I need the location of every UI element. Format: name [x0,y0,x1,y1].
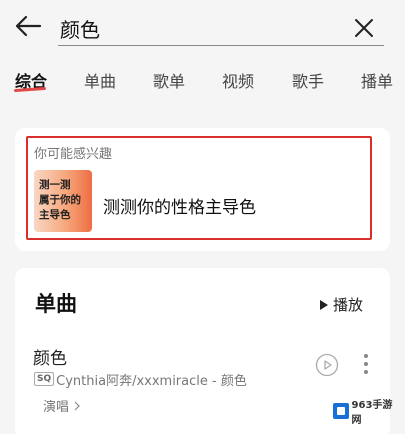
search-query-text: 颜色 [60,18,100,42]
play-all-button[interactable]: 播放 [319,294,363,315]
tab-podcasts[interactable]: 播单 [361,68,393,92]
tab-singers[interactable]: 歌手 [292,68,324,92]
quiz-title[interactable]: 测测你的性格主导色 [103,193,256,218]
song-meta: SQ Cynthia阿奔/xxxmiracle - 颜色 [34,370,247,389]
more-vertical-icon [364,354,368,374]
tab-videos[interactable]: 视频 [222,68,254,92]
chevron-right-icon [74,401,80,410]
songs-section-title: 单曲 [35,292,77,316]
sq-quality-badge: SQ [34,372,55,386]
performance-link[interactable]: 演唱 [43,396,80,415]
mv-play-icon [315,353,339,377]
search-input[interactable]: 颜色 [58,8,384,46]
play-icon [320,299,328,310]
quiz-thumbnail[interactable]: 测一测 属于你的 主导色 [34,170,92,232]
recommend-title: 你可能感兴趣 [34,147,113,162]
watermark-logo-icon [333,403,349,419]
tab-playlists[interactable]: 歌单 [153,68,185,92]
clear-search-button[interactable] [350,14,378,42]
close-icon [355,19,373,37]
search-bar: 颜色 [0,0,405,56]
more-options-button[interactable] [357,350,375,378]
back-button[interactable] [12,12,44,40]
play-all-label: 播放 [333,296,364,314]
song-artist: Cynthia阿奔/xxxmiracle - 颜色 [56,373,247,389]
watermark: 963手游网 [333,400,401,426]
watermark-text: 963手游网 [351,400,393,426]
quiz-thumbnail-text: 测一测 属于你的 主导色 [39,179,81,221]
song-title: 颜色 [33,349,67,369]
search-category-tabs: 综合 单曲 歌单 视频 歌手 播单 [0,62,405,102]
mv-button[interactable] [315,353,339,377]
tab-songs[interactable]: 单曲 [84,68,116,92]
performance-label: 演唱 [43,400,70,415]
back-arrow-icon [15,15,42,37]
